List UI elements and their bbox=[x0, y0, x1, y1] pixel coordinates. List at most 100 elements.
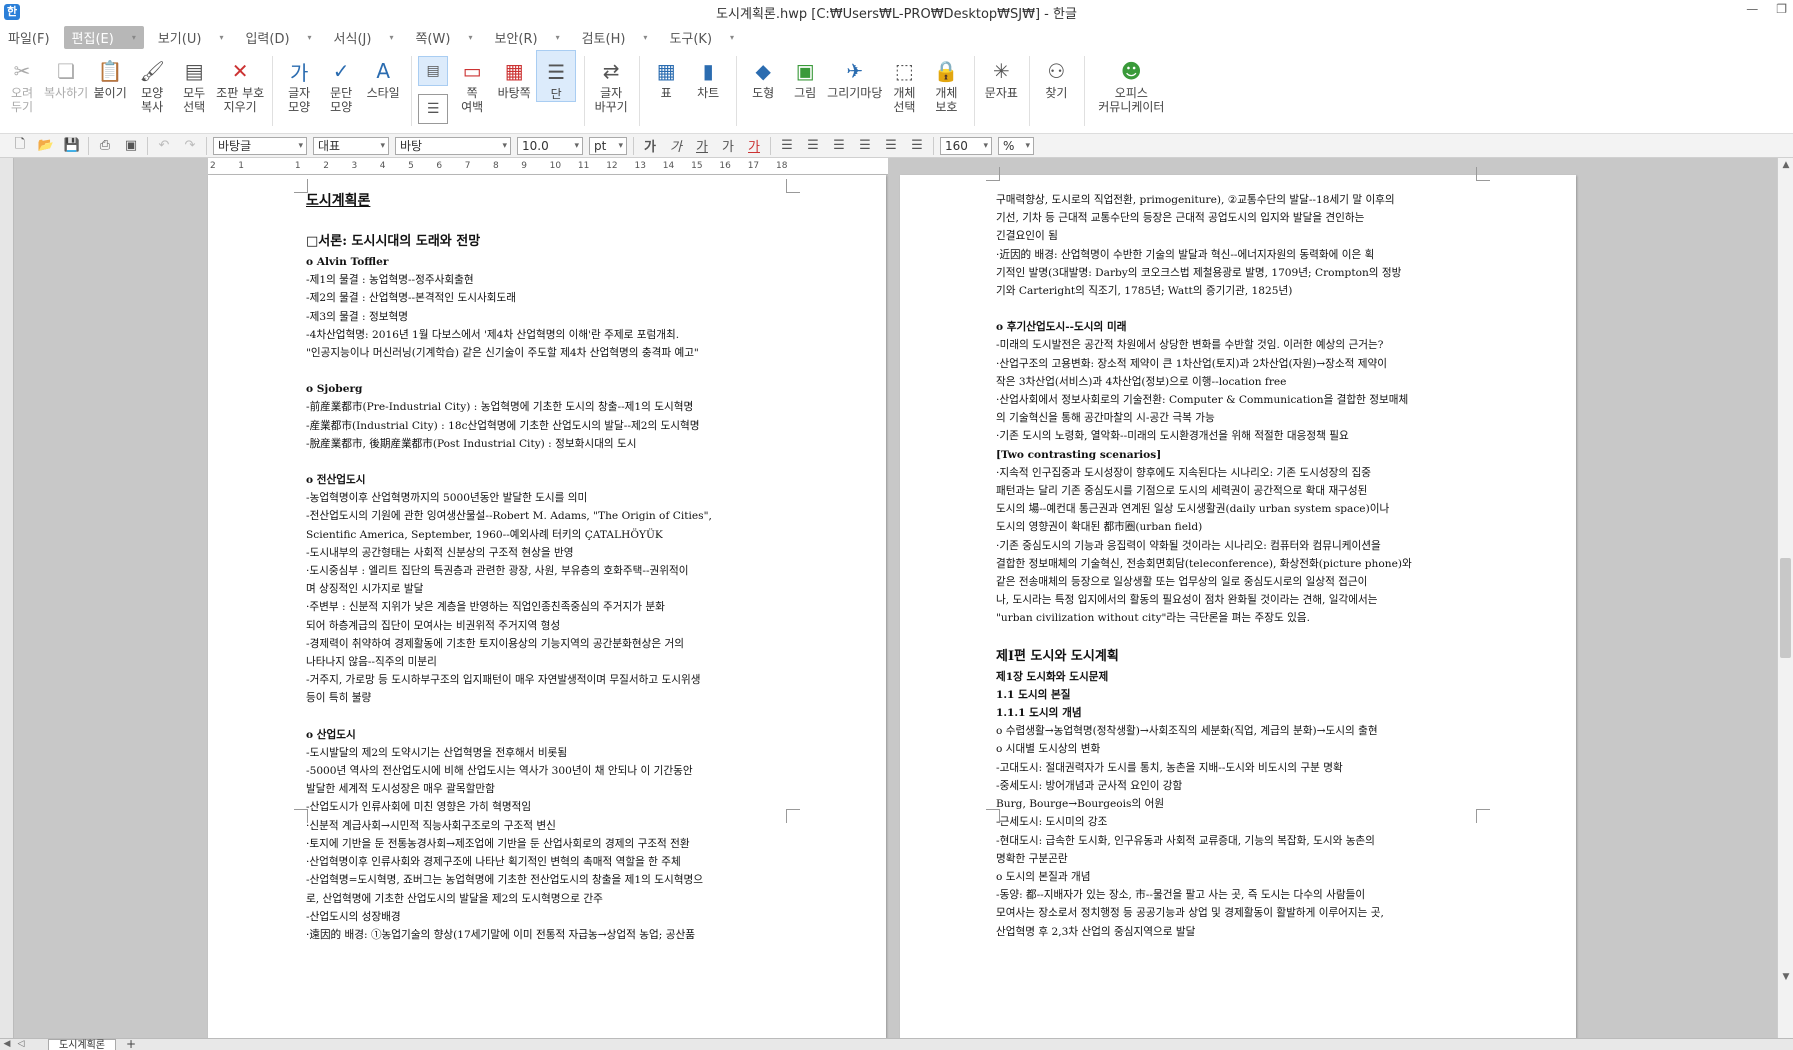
unit-select[interactable]: pt bbox=[589, 136, 627, 155]
font-size-input[interactable]: 10.0 bbox=[517, 136, 583, 155]
ribbon-separator bbox=[584, 56, 586, 126]
find-button[interactable]: ⚇ 찾기 bbox=[1036, 50, 1076, 100]
ruler-tick: 7 bbox=[464, 161, 471, 171]
left-page-text[interactable]: 도시계획론 □서론: 도시시대의 도래와 전망 o Alvin Toffler -제1… bbox=[306, 189, 798, 944]
chart-button[interactable]: ▮ 차트 bbox=[688, 50, 728, 100]
gallery-button[interactable]: ✈ 그리기마당 bbox=[827, 50, 882, 100]
menu-item-8[interactable]: 도구(K) ▾ bbox=[661, 26, 742, 49]
menu-label: 입력(D) bbox=[245, 31, 290, 47]
document-page-left[interactable]: 도시계획론 □서론: 도시시대의 도래와 전망 o Alvin Toffler -제1… bbox=[208, 175, 886, 1038]
line-spacing-input[interactable]: 160 bbox=[940, 136, 992, 155]
font-color-icon[interactable]: 가 bbox=[744, 136, 764, 155]
object-protect-button[interactable]: 🔒 개체 보호 bbox=[926, 50, 966, 114]
hwp-app-icon[interactable]: 한 bbox=[4, 4, 20, 20]
binoculars-icon: ⚇ bbox=[1047, 59, 1066, 83]
preview-icon[interactable]: ▣ bbox=[121, 138, 141, 153]
prev-tab-icon[interactable]: ◁ bbox=[14, 1039, 28, 1049]
underline-icon[interactable]: 가 bbox=[692, 136, 712, 155]
paste-button[interactable]: 📋 붙이기 bbox=[90, 50, 130, 100]
doc-line: "인공지능이나 머신러닝(기계학습) 같은 신기술이 주도할 제4차 산업혁명의… bbox=[306, 347, 699, 360]
picture-button[interactable]: ▣ 그림 bbox=[785, 50, 825, 100]
ruler-tick: 11 bbox=[577, 161, 590, 171]
language-select[interactable]: 대표 bbox=[313, 136, 389, 155]
style-select[interactable]: 바탕글 bbox=[213, 136, 307, 155]
column-button[interactable]: ☰ 단 bbox=[536, 50, 577, 102]
object-select-button[interactable]: ⬚ 개체 선택 bbox=[884, 50, 924, 114]
strikethrough-icon[interactable]: 가 bbox=[718, 136, 738, 155]
print-icon[interactable]: ⎙ bbox=[95, 138, 115, 153]
doc-line bbox=[306, 708, 798, 726]
menu-label: 파일(F) bbox=[8, 31, 50, 47]
menu-item-2[interactable]: 보기(U) ▾ bbox=[150, 26, 232, 49]
minimize-icon[interactable]: — bbox=[1746, 2, 1758, 16]
menu-item-6[interactable]: 보안(R) ▾ bbox=[486, 26, 567, 49]
redo-icon[interactable]: ↷ bbox=[180, 138, 200, 153]
new-document-icon[interactable]: 🗋 bbox=[10, 135, 30, 157]
document-tab[interactable]: 도시계획론 bbox=[48, 1039, 116, 1050]
doc-line: 모여사는 장소로서 정치행정 등 공공기능과 상업 및 경제활동이 활발하게 이… bbox=[996, 907, 1384, 920]
scroll-thumb[interactable] bbox=[1780, 558, 1791, 658]
add-tab-button[interactable]: + bbox=[126, 1038, 136, 1050]
scroll-up-icon[interactable]: ▲ bbox=[1778, 160, 1793, 170]
office-communicator-button[interactable]: ☻ 오피스 커뮤니케이터 bbox=[1091, 50, 1171, 114]
align-left-icon[interactable]: ☰ bbox=[803, 138, 823, 153]
doc-line: -도시내부의 공간형태는 사회적 신분상의 구조적 현상을 반영 bbox=[306, 546, 574, 559]
align-right-icon[interactable]: ☰ bbox=[855, 138, 875, 153]
distribute-icon[interactable]: ☰ bbox=[881, 138, 901, 153]
format-copy-button[interactable]: 🖌 모양 복사 bbox=[132, 50, 172, 114]
char-shape-button[interactable]: 가 글자 모양 bbox=[279, 50, 319, 115]
delete-marks-button[interactable]: ✕ 조판 부호 지우기 bbox=[216, 50, 264, 114]
menu-item-4[interactable]: 서식(J) ▾ bbox=[326, 26, 402, 49]
char-replace-button[interactable]: ⇄ 글자 바꾸기 bbox=[591, 50, 631, 114]
para-shape-button[interactable]: ✓ 문단 모양 bbox=[321, 50, 361, 114]
document-page-right[interactable]: 구매력향상, 도시로의 직업전환, primogeniture), ②교통수단의… bbox=[900, 167, 1576, 1038]
menu-item-3[interactable]: 입력(D) ▾ bbox=[237, 26, 319, 49]
ruler-tick: 5 bbox=[408, 161, 414, 171]
table-button[interactable]: ▦ 표 bbox=[646, 50, 686, 100]
document-tab-bar: ◀ ◁ 도시계획론 + bbox=[0, 1038, 1793, 1050]
ruler-tick: 4 bbox=[379, 161, 386, 171]
scroll-down-icon[interactable]: ▼ bbox=[1778, 972, 1793, 982]
font-select[interactable]: 바탕 bbox=[395, 136, 511, 155]
page-view-icon[interactable]: ▤ bbox=[418, 56, 449, 86]
page-margin-button[interactable]: ▭ 쪽 여백 bbox=[452, 50, 492, 114]
shape-button[interactable]: ◆ 도형 bbox=[743, 50, 783, 100]
cut-button[interactable]: ✂ 오려 두기 bbox=[2, 50, 42, 114]
divide-icon[interactable]: ☰ bbox=[907, 138, 927, 153]
align-center-icon[interactable]: ☰ bbox=[829, 138, 849, 153]
italic-icon[interactable]: 가 bbox=[666, 136, 686, 155]
bold-icon[interactable]: 가 bbox=[640, 136, 660, 155]
open-folder-icon[interactable]: 📂 bbox=[36, 138, 56, 153]
first-tab-icon[interactable]: ◀ bbox=[0, 1039, 14, 1049]
chevron-down-icon: ▾ bbox=[468, 32, 473, 42]
justify-icon[interactable]: ☰ bbox=[777, 138, 797, 153]
ribbon-separator bbox=[736, 56, 738, 126]
chevron-down-icon: ▾ bbox=[131, 32, 136, 42]
menu-item-0[interactable]: 파일(F) bbox=[0, 26, 58, 49]
menu-item-7[interactable]: 검토(H) ▾ bbox=[574, 26, 656, 49]
page-margin-icon: ▭ bbox=[462, 59, 482, 83]
select-all-button[interactable]: ▤ 모두 선택 bbox=[174, 50, 214, 114]
doc-line: -제1의 물결 : 농업혁명--정주사회출현 bbox=[306, 274, 474, 287]
doc-heading: o Sjoberg bbox=[306, 383, 363, 396]
doc-line: ·주변부 : 신분적 지위가 낮은 계층을 반영하는 직업인종친족중심의 주거지… bbox=[306, 601, 665, 614]
doc-line: 구매력향상, 도시로의 직업전환, primogeniture), ②교통수단의… bbox=[996, 194, 1395, 206]
line-view-icon[interactable]: ☰ bbox=[418, 94, 449, 124]
title-bar: 한 도시계획론.hwp [C:₩Users₩L-PRO₩Desktop₩SJ₩]… bbox=[0, 0, 1793, 24]
background-page-button[interactable]: ▦ 바탕쪽 bbox=[494, 50, 534, 100]
restore-icon[interactable]: ❐ bbox=[1776, 2, 1787, 16]
chevron-down-icon: ▾ bbox=[555, 32, 560, 42]
menu-item-5[interactable]: 쪽(W) ▾ bbox=[407, 26, 480, 49]
save-icon[interactable]: 💾 bbox=[62, 138, 82, 153]
ribbon-separator bbox=[639, 56, 641, 126]
undo-icon[interactable]: ↶ bbox=[154, 138, 174, 153]
doc-line: o 시대별 도시상의 변화 bbox=[996, 743, 1101, 756]
menu-item-1[interactable]: 편집(E) ▾ bbox=[63, 25, 144, 49]
copy-icon: ❏ bbox=[57, 59, 76, 83]
vertical-scrollbar[interactable]: ▲ ▼ bbox=[1777, 158, 1793, 1038]
symbols-button[interactable]: ✳ 문자표 bbox=[981, 50, 1021, 100]
right-page-text[interactable]: 구매력향상, 도시로의 직업전환, primogeniture), ②교통수단의… bbox=[996, 191, 1490, 941]
copy-button[interactable]: ❏ 복사하기 bbox=[44, 50, 88, 100]
line-spacing-unit[interactable]: % bbox=[998, 136, 1034, 155]
style-button[interactable]: A 스타일 bbox=[363, 50, 403, 100]
